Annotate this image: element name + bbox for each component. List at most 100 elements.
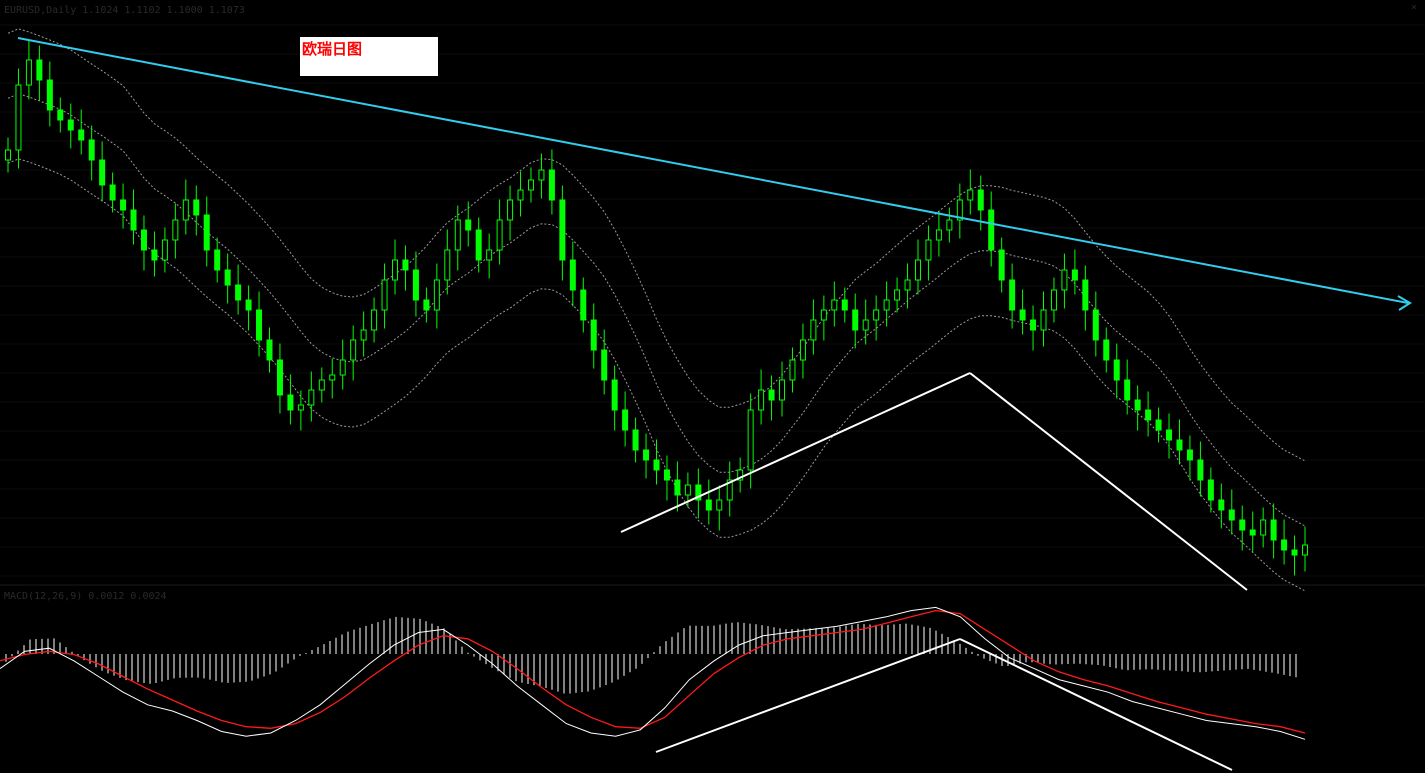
- candle-body: [873, 309, 880, 321]
- candle-body: [224, 269, 231, 286]
- candle-body: [318, 379, 325, 391]
- macd-header: MACD(12,26,9) 0.0012 0.0024: [4, 591, 167, 602]
- close-icon[interactable]: ×: [1411, 2, 1417, 13]
- candle-body: [1030, 319, 1037, 331]
- candle-body: [1092, 309, 1099, 341]
- price-header: EURUSD,Daily 1.1024 1.1102 1.1000 1.1073: [4, 5, 245, 16]
- candle-body: [967, 189, 974, 201]
- candle-body: [1061, 269, 1068, 291]
- candle-body: [350, 339, 357, 361]
- candle-body: [758, 389, 765, 411]
- trend-segment-down: [969, 372, 1248, 591]
- candle-body: [852, 309, 859, 331]
- candle-body: [256, 309, 263, 341]
- candle-body: [412, 269, 419, 301]
- candle-body: [46, 79, 53, 111]
- candle-body: [109, 184, 116, 201]
- candle-body: [883, 299, 890, 311]
- bollinger-lower: [7, 158, 1306, 592]
- candle-body: [1134, 399, 1141, 411]
- candle-body: [904, 279, 911, 291]
- candle-body: [88, 139, 95, 161]
- candle-body: [632, 429, 639, 451]
- candle-body: [569, 259, 576, 291]
- candle-body: [1113, 359, 1120, 381]
- candle-body: [287, 394, 294, 411]
- macd-segment-down: [959, 638, 1233, 771]
- candle-body: [559, 199, 566, 261]
- macd-signal-line: [0, 609, 1306, 734]
- candle-body: [5, 149, 11, 161]
- candle-body: [768, 389, 775, 401]
- candle-body: [1176, 439, 1183, 451]
- macd-line: [0, 606, 1306, 740]
- candle-body: [235, 284, 242, 301]
- candle-body: [580, 289, 587, 321]
- candle-body: [622, 409, 629, 431]
- macd-segment-up: [655, 638, 961, 753]
- candle-body: [15, 84, 22, 151]
- candle-body: [914, 259, 921, 281]
- candle-body: [454, 219, 461, 251]
- candle-body: [548, 169, 555, 201]
- candle-body: [1281, 539, 1288, 551]
- candle-body: [820, 309, 827, 321]
- candle-body: [789, 359, 796, 381]
- candle-body: [507, 199, 514, 221]
- candle-body: [402, 259, 409, 271]
- candle-body: [151, 249, 158, 261]
- candle-body: [25, 59, 32, 86]
- candle-body: [381, 279, 388, 311]
- candle-body: [444, 249, 451, 281]
- candle-body: [841, 299, 848, 311]
- candle-body: [99, 159, 106, 186]
- candle-body: [1124, 379, 1131, 401]
- candle-body: [831, 299, 838, 311]
- bollinger-upper: [7, 28, 1306, 462]
- candle-body: [684, 484, 691, 496]
- candle-body: [339, 359, 346, 376]
- candle-body: [527, 179, 534, 191]
- candle-body: [297, 404, 304, 411]
- candle-body: [57, 109, 64, 121]
- candle-body: [1197, 459, 1204, 481]
- candle-body: [1071, 269, 1078, 281]
- candle-body: [601, 349, 608, 381]
- candle-body: [172, 219, 179, 241]
- candle-body: [1249, 529, 1256, 536]
- candle-body: [1291, 549, 1298, 556]
- candle-body: [1207, 479, 1214, 501]
- candle-body: [193, 199, 200, 216]
- candle-body: [1228, 509, 1235, 521]
- candle-body: [182, 199, 189, 221]
- candle-body: [643, 449, 650, 461]
- candle-body: [779, 379, 786, 401]
- candle-body: [67, 119, 74, 131]
- candle-body: [214, 249, 221, 271]
- candle-body: [894, 289, 901, 301]
- candle-body: [120, 199, 127, 211]
- candle-body: [203, 214, 210, 251]
- candle-body: [611, 379, 618, 411]
- price-chart: [0, 24, 1425, 771]
- candle-body: [36, 59, 43, 81]
- candle-body: [1166, 429, 1173, 441]
- candle-body: [1009, 279, 1016, 311]
- candle-body: [1082, 279, 1089, 311]
- candle-body: [161, 239, 168, 261]
- chart-label-box: 欧瑞日图: [300, 37, 438, 76]
- candle-body: [1050, 289, 1057, 311]
- candle-body: [1145, 409, 1152, 421]
- candle-body: [810, 319, 817, 341]
- candle-body: [674, 479, 681, 496]
- candle-body: [496, 219, 503, 251]
- trend-segment-up: [620, 372, 971, 533]
- candle-body: [1260, 519, 1267, 536]
- candle-body: [140, 229, 147, 251]
- candle-body: [78, 129, 85, 141]
- candle-body: [946, 219, 953, 231]
- candle-body: [1019, 309, 1026, 321]
- candle-body: [392, 259, 399, 281]
- candle-body: [925, 239, 932, 261]
- candle-body: [475, 229, 482, 261]
